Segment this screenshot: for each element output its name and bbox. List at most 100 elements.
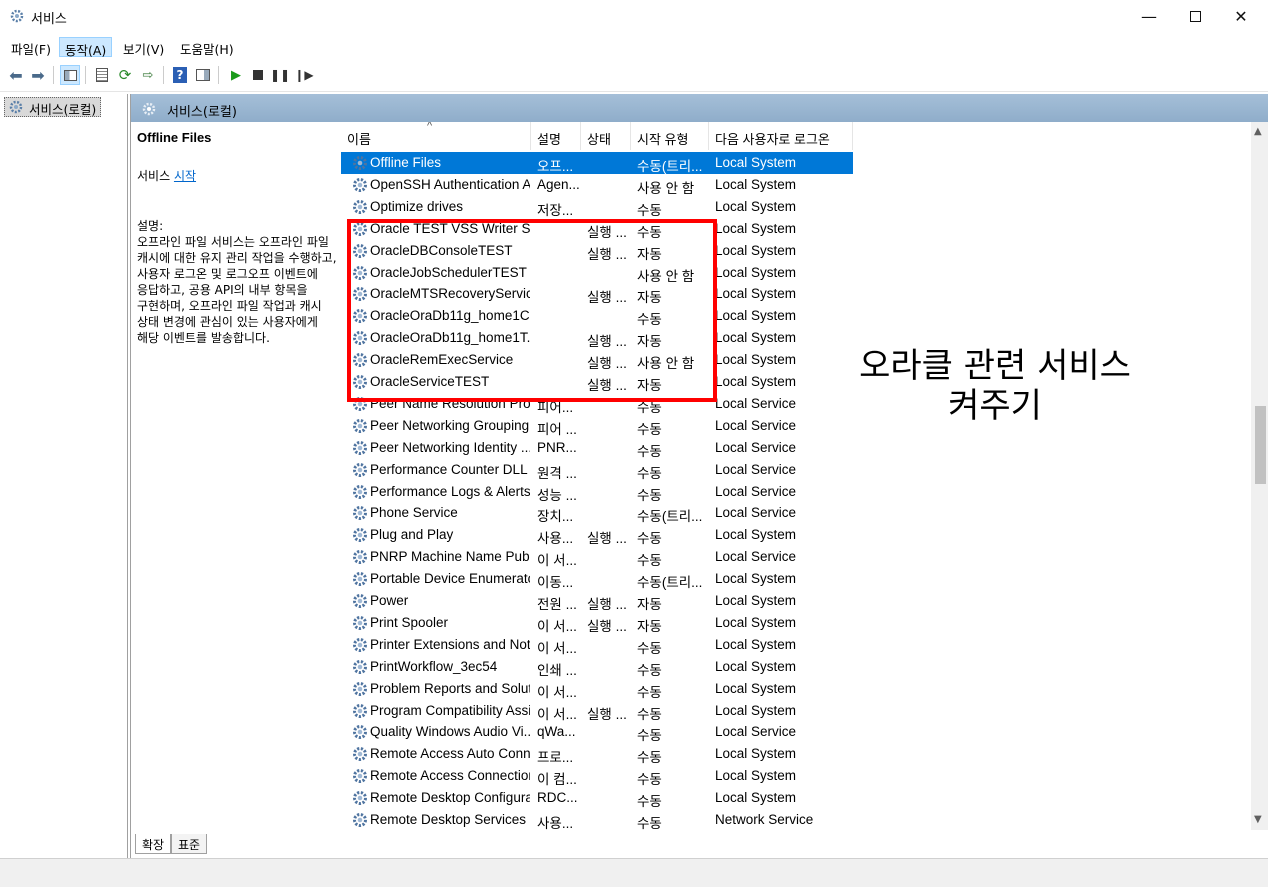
service-row[interactable]: OracleOraDb11g_home1T... 실행 ... 자동 Local Sy… bbox=[341, 327, 853, 349]
annotation-text: 오라클 관련 서비스 켜주기 bbox=[820, 346, 1170, 426]
service-row[interactable]: OracleDBConsoleTEST 실행 ... 자동 Local System bbox=[341, 240, 853, 262]
column-header-status[interactable]: 상태 bbox=[581, 122, 631, 150]
menu-help[interactable]: 도움말(H) bbox=[175, 37, 239, 57]
service-row[interactable]: Performance Counter DLL ... 원격 ... 수동 Local… bbox=[341, 459, 853, 481]
start-service-button[interactable]: ▶ bbox=[226, 65, 246, 85]
service-row[interactable]: Portable Device Enumerato... 이동... 수동(트리..… bbox=[341, 568, 853, 590]
service-description: 성능 ... bbox=[537, 487, 577, 503]
close-button[interactable]: ✕ bbox=[1218, 0, 1264, 32]
service-startup-type: 자동 bbox=[637, 290, 662, 306]
service-row[interactable]: Peer Name Resolution Prot... 피어... 수동 Local… bbox=[341, 393, 853, 415]
scroll-down-icon[interactable]: ▼ bbox=[1254, 814, 1262, 825]
refresh-button[interactable]: ⟳ bbox=[115, 65, 135, 85]
scroll-thumb[interactable] bbox=[1255, 406, 1266, 484]
extended-description-panel: Offline Files 서비스 시작 설명: 오프라인 파일 서비스는 오프… bbox=[131, 122, 341, 830]
service-gear-icon bbox=[353, 506, 367, 521]
stop-service-button[interactable] bbox=[248, 65, 268, 85]
service-row[interactable]: Remote Desktop Configura... RDC... 수동 Local… bbox=[341, 787, 853, 809]
minimize-button[interactable]: — bbox=[1126, 0, 1172, 32]
status-bar bbox=[0, 858, 1268, 887]
tab-extended[interactable]: 확장 bbox=[135, 834, 172, 854]
service-startup-type: 사용 안 함 bbox=[637, 268, 695, 284]
console-tree-icon bbox=[63, 69, 77, 81]
service-row[interactable]: Plug and Play 사용... 실행 ... 수동 Local System bbox=[341, 524, 853, 546]
service-status: 실행 ... bbox=[587, 618, 627, 634]
service-row[interactable]: Printer Extensions and Noti... 이 서... 수동 Lo… bbox=[341, 634, 853, 656]
service-name: OracleServiceTEST bbox=[370, 374, 490, 389]
service-description: 이 서... bbox=[537, 640, 577, 656]
service-row[interactable]: Program Compatibility Assi... 이 서... 실행 ..… bbox=[341, 700, 853, 722]
service-name: Offline Files bbox=[370, 155, 442, 170]
service-row[interactable]: Problem Reports and Solut... 이 서... 수동 Loca… bbox=[341, 678, 853, 700]
service-row[interactable]: OracleJobSchedulerTEST 사용 안 함 Local System bbox=[341, 262, 853, 284]
service-row[interactable]: OracleServiceTEST 실행 ... 자동 Local System bbox=[341, 371, 853, 393]
menu-action[interactable]: 동작(A) bbox=[59, 37, 113, 58]
service-status: 실행 ... bbox=[587, 224, 627, 240]
service-name: Print Spooler bbox=[370, 614, 449, 630]
service-row[interactable]: Quality Windows Audio Vi... qWa... 수동 Local… bbox=[341, 721, 853, 743]
tab-standard[interactable]: 표준 bbox=[171, 834, 208, 854]
maximize-button[interactable] bbox=[1172, 0, 1218, 32]
service-action: 서비스 시작 bbox=[137, 168, 335, 184]
service-row[interactable]: OracleMTSRecoveryService 실행 ... 자동 Local Sy… bbox=[341, 283, 853, 305]
service-row[interactable]: Remote Access Connection... 이 컴... 수동 Local… bbox=[341, 765, 853, 787]
service-row[interactable]: Performance Logs & Alerts 성능 ... 수동 Local S… bbox=[341, 481, 853, 503]
column-header-startup-type[interactable]: 시작 유형 bbox=[631, 122, 709, 150]
maximize-icon bbox=[1189, 10, 1201, 22]
service-row[interactable]: Peer Networking Identity ... PNR... 수동 Loca… bbox=[341, 437, 853, 459]
help-button[interactable]: ? bbox=[170, 65, 190, 85]
service-log-on-as: Local System bbox=[715, 746, 797, 762]
service-row[interactable]: Peer Networking Grouping 피어 ... 수동 Local Se… bbox=[341, 415, 853, 437]
start-service-link[interactable]: 시작 bbox=[174, 169, 196, 183]
service-row[interactable]: PNRP Machine Name Publi... 이 서... 수동 Local … bbox=[341, 546, 853, 568]
service-status: 실행 ... bbox=[587, 597, 627, 612]
service-description: 장치... bbox=[537, 509, 574, 525]
service-row[interactable]: Phone Service 장치... 수동(트리... Local Service bbox=[341, 502, 853, 524]
vertical-scrollbar[interactable]: ▲ ▼ bbox=[1251, 122, 1268, 830]
service-log-on-as: Local System bbox=[715, 702, 797, 718]
export-list-button[interactable]: ⇨ bbox=[138, 65, 158, 85]
stop-icon bbox=[253, 70, 263, 80]
menu-bar: 파일(F) 동작(A) 보기(V) 도움말(H) bbox=[0, 34, 1268, 60]
properties-icon bbox=[96, 68, 108, 82]
export-icon: ⇨ bbox=[142, 67, 154, 83]
service-row[interactable]: Power 전원 ... 실행 ... 자동 Local System bbox=[341, 590, 853, 612]
service-row[interactable]: OracleOraDb11g_home1Cl... 수동 Local System bbox=[341, 305, 853, 327]
service-name: Remote Desktop Services bbox=[370, 812, 527, 827]
tree-item-services-local[interactable]: 서비스(로컬) bbox=[4, 97, 102, 117]
service-startup-type: 자동 bbox=[637, 618, 662, 634]
service-status: 실행 ... bbox=[587, 378, 627, 393]
service-row[interactable]: Offline Files 오프... 수동(트리... Local System bbox=[341, 152, 853, 174]
service-name: Plug and Play bbox=[370, 527, 454, 543]
service-row[interactable]: PrintWorkflow_3ec54 인쇄 ... 수동 Local System bbox=[341, 656, 853, 678]
service-name: Printer Extensions and Noti... bbox=[370, 636, 530, 652]
show-action-pane-button[interactable] bbox=[193, 65, 213, 85]
service-row[interactable]: Oracle TEST VSS Writer Ser... 실행 ... 수동 Loc… bbox=[341, 218, 853, 240]
back-button[interactable]: ⬅ bbox=[6, 65, 26, 85]
service-row[interactable]: Optimize drives 저장... 수동 Local System bbox=[341, 196, 853, 218]
column-header-log-on-as[interactable]: 다음 사용자로 로그온 bbox=[709, 122, 853, 150]
service-row[interactable]: Remote Desktop Services 사용... 수동 Network Se… bbox=[341, 809, 853, 830]
service-name: OracleDBConsoleTEST bbox=[370, 242, 513, 258]
menu-file[interactable]: 파일(F) bbox=[6, 37, 56, 57]
menu-view[interactable]: 보기(V) bbox=[118, 37, 169, 57]
service-log-on-as: Local System bbox=[715, 680, 797, 696]
pause-service-button[interactable]: ❚❚ bbox=[270, 65, 290, 85]
service-row[interactable]: OracleRemExecService 실행 ... 사용 안 함 Local Sy… bbox=[341, 349, 853, 371]
restart-service-button[interactable]: ❙▶ bbox=[294, 65, 314, 85]
service-row[interactable]: Print Spooler 이 서... 실행 ... 자동 Local System bbox=[341, 612, 853, 634]
service-gear-icon bbox=[353, 725, 367, 740]
column-header-name[interactable]: 이름 ^ bbox=[341, 122, 531, 150]
services-list: 이름 ^ 설명 상태 시작 유형 다음 사용자로 로그온 Offline Fil… bbox=[341, 122, 1251, 830]
scroll-up-icon[interactable]: ▲ bbox=[1254, 126, 1262, 137]
service-description: 원격 ... bbox=[537, 465, 577, 481]
service-startup-type: 수동 bbox=[637, 487, 662, 503]
service-row[interactable]: Remote Access Auto Conn... 프로... 수동 Local S… bbox=[341, 743, 853, 765]
properties-button[interactable] bbox=[92, 65, 112, 85]
forward-button[interactable]: ➡ bbox=[28, 65, 48, 85]
column-header-description[interactable]: 설명 bbox=[531, 122, 581, 150]
restart-icon: ❙▶ bbox=[294, 68, 314, 82]
show-tree-button[interactable] bbox=[60, 65, 80, 85]
service-row[interactable]: OpenSSH Authentication A... Agen... 사용 안 함… bbox=[341, 174, 853, 196]
service-startup-type: 수동 bbox=[637, 202, 662, 218]
